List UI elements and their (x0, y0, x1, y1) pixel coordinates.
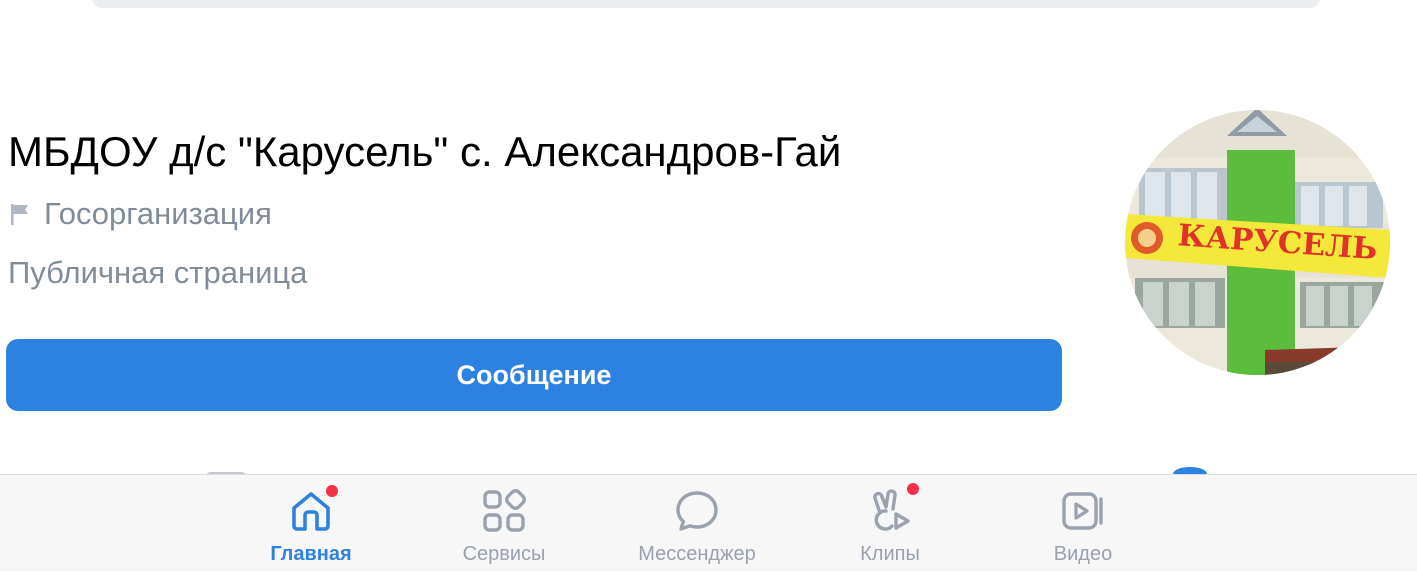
video-icon (1062, 492, 1103, 530)
tab-home-label: Главная (270, 543, 352, 565)
tab-video-label: Видео (1053, 543, 1113, 565)
page-type-label: Публичная страница (8, 255, 308, 290)
community-avatar[interactable]: КАРУСЕЛЬ (1125, 110, 1390, 375)
search-bar-edge (92, 0, 1320, 8)
page-title: МБДОУ д/с "Карусель" с. Александров-Гай (8, 128, 842, 175)
tab-messenger-label: Мессенджер (638, 543, 756, 565)
avatar-photo: КАРУСЕЛЬ (1125, 110, 1390, 375)
tab-clips-label: Клипы (860, 543, 920, 565)
tab-home[interactable]: Главная (231, 475, 391, 572)
tab-services-label: Сервисы (462, 543, 546, 565)
tab-services[interactable]: Сервисы (424, 475, 584, 572)
tab-video[interactable]: Видео (1003, 475, 1163, 572)
tab-clips[interactable]: Клипы (810, 475, 970, 572)
category-row: Госорганизация (8, 196, 272, 232)
clips-badge-dot (905, 481, 921, 497)
services-icon (483, 489, 526, 532)
category-label: Госорганизация (44, 196, 272, 231)
bottom-tab-bar: Главная Сервисы Мессенджер Клипы Видео (0, 474, 1417, 571)
home-badge-dot (324, 483, 340, 499)
message-button[interactable]: Сообщение (6, 339, 1062, 411)
messenger-icon (676, 491, 718, 531)
tab-messenger[interactable]: Мессенджер (617, 475, 777, 572)
flag-icon (11, 204, 28, 225)
